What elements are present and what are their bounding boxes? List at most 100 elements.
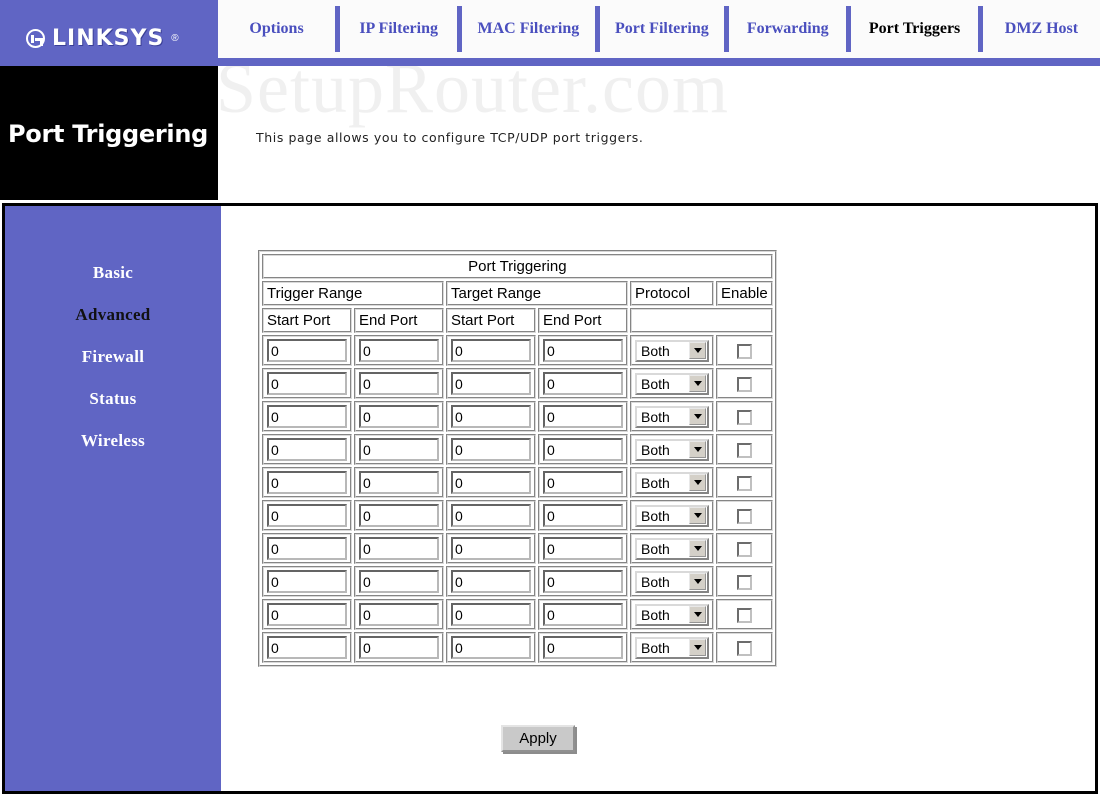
cell-protocol: Both bbox=[630, 368, 714, 399]
trigger-start-port-input[interactable] bbox=[267, 504, 347, 527]
cell-trigger-end-port bbox=[354, 401, 444, 432]
target-start-port-input[interactable] bbox=[451, 636, 531, 659]
enable-checkbox[interactable] bbox=[736, 574, 752, 590]
chevron-down-icon[interactable] bbox=[689, 342, 706, 359]
tab-port-triggers[interactable]: Port Triggers bbox=[851, 0, 978, 58]
target-end-port-input[interactable] bbox=[543, 339, 623, 362]
table-body: Port Triggering Trigger Range Target Rang… bbox=[262, 254, 773, 663]
cell-trigger-start-port bbox=[262, 632, 352, 663]
chevron-down-icon[interactable] bbox=[689, 408, 706, 425]
target-end-port-input[interactable] bbox=[543, 603, 623, 626]
enable-checkbox[interactable] bbox=[736, 508, 752, 524]
trigger-end-port-input[interactable] bbox=[359, 339, 439, 362]
chevron-down-icon[interactable] bbox=[689, 540, 706, 557]
cell-protocol: Both bbox=[630, 566, 714, 597]
sidebar-item-wireless[interactable]: Wireless bbox=[5, 420, 221, 462]
target-start-port-input[interactable] bbox=[451, 405, 531, 428]
trigger-start-port-input[interactable] bbox=[267, 603, 347, 626]
tab-forwarding[interactable]: Forwarding bbox=[729, 0, 846, 58]
column-group-header-protocol: Protocol bbox=[630, 281, 714, 306]
linksys-logo[interactable]: LINKSYS ® bbox=[26, 26, 179, 51]
target-start-port-input[interactable] bbox=[451, 438, 531, 461]
trigger-start-port-input[interactable] bbox=[267, 636, 347, 659]
target-end-port-input[interactable] bbox=[543, 504, 623, 527]
table-row: Both bbox=[262, 632, 773, 663]
protocol-select[interactable]: Both bbox=[635, 438, 709, 461]
protocol-select-value: Both bbox=[641, 606, 670, 623]
protocol-select[interactable]: Both bbox=[635, 339, 709, 362]
column-sub-header-0-start-port: Start Port bbox=[262, 308, 352, 333]
sidebar-item-basic[interactable]: Basic bbox=[5, 252, 221, 294]
enable-checkbox[interactable] bbox=[736, 343, 752, 359]
trigger-start-port-input[interactable] bbox=[267, 537, 347, 560]
cell-trigger-start-port bbox=[262, 533, 352, 564]
protocol-select[interactable]: Both bbox=[635, 405, 709, 428]
chevron-down-icon[interactable] bbox=[689, 474, 706, 491]
chevron-down-icon[interactable] bbox=[689, 606, 706, 623]
cell-protocol: Both bbox=[630, 335, 714, 366]
trigger-start-port-input[interactable] bbox=[267, 372, 347, 395]
table-row: Both bbox=[262, 500, 773, 531]
protocol-select[interactable]: Both bbox=[635, 603, 709, 626]
trigger-start-port-input[interactable] bbox=[267, 339, 347, 362]
enable-checkbox[interactable] bbox=[736, 541, 752, 557]
trigger-end-port-input[interactable] bbox=[359, 537, 439, 560]
protocol-select[interactable]: Both bbox=[635, 471, 709, 494]
trigger-end-port-input[interactable] bbox=[359, 570, 439, 593]
trigger-end-port-input[interactable] bbox=[359, 372, 439, 395]
sidebar-item-advanced[interactable]: Advanced bbox=[5, 294, 221, 336]
tab-port-filtering[interactable]: Port Filtering bbox=[600, 0, 725, 58]
trigger-end-port-input[interactable] bbox=[359, 438, 439, 461]
enable-checkbox[interactable] bbox=[736, 475, 752, 491]
tab-options[interactable]: Options bbox=[218, 0, 335, 58]
trigger-start-port-input[interactable] bbox=[267, 570, 347, 593]
enable-checkbox[interactable] bbox=[736, 376, 752, 392]
target-end-port-input[interactable] bbox=[543, 537, 623, 560]
trigger-end-port-input[interactable] bbox=[359, 636, 439, 659]
tab-mac-filtering[interactable]: MAC Filtering bbox=[462, 0, 594, 58]
target-end-port-input[interactable] bbox=[543, 438, 623, 461]
target-start-port-input[interactable] bbox=[451, 372, 531, 395]
chevron-down-icon[interactable] bbox=[689, 639, 706, 656]
target-end-port-input[interactable] bbox=[543, 636, 623, 659]
protocol-select[interactable]: Both bbox=[635, 372, 709, 395]
chevron-down-icon[interactable] bbox=[689, 507, 706, 524]
main-content: Port Triggering Trigger Range Target Rang… bbox=[221, 206, 1095, 791]
sidebar-item-status[interactable]: Status bbox=[5, 378, 221, 420]
tab-dmz-host[interactable]: DMZ Host bbox=[983, 0, 1100, 58]
tab-ip-filtering[interactable]: IP Filtering bbox=[340, 0, 457, 58]
chevron-down-icon[interactable] bbox=[689, 573, 706, 590]
chevron-down-icon[interactable] bbox=[689, 375, 706, 392]
enable-checkbox[interactable] bbox=[736, 640, 752, 656]
target-start-port-input[interactable] bbox=[451, 537, 531, 560]
trigger-end-port-input[interactable] bbox=[359, 405, 439, 428]
target-start-port-input[interactable] bbox=[451, 570, 531, 593]
cell-trigger-end-port bbox=[354, 500, 444, 531]
sidebar-item-firewall[interactable]: Firewall bbox=[5, 336, 221, 378]
protocol-select[interactable]: Both bbox=[635, 570, 709, 593]
protocol-select[interactable]: Both bbox=[635, 537, 709, 560]
cell-target-start-port bbox=[446, 335, 536, 366]
target-end-port-input[interactable] bbox=[543, 405, 623, 428]
target-end-port-input[interactable] bbox=[543, 570, 623, 593]
target-end-port-input[interactable] bbox=[543, 372, 623, 395]
target-start-port-input[interactable] bbox=[451, 603, 531, 626]
trigger-end-port-input[interactable] bbox=[359, 471, 439, 494]
tab-underline-bar bbox=[218, 58, 1100, 66]
target-start-port-input[interactable] bbox=[451, 471, 531, 494]
protocol-select[interactable]: Both bbox=[635, 636, 709, 659]
trigger-end-port-input[interactable] bbox=[359, 603, 439, 626]
trigger-end-port-input[interactable] bbox=[359, 504, 439, 527]
enable-checkbox[interactable] bbox=[736, 607, 752, 623]
chevron-down-icon[interactable] bbox=[689, 441, 706, 458]
protocol-select[interactable]: Both bbox=[635, 504, 709, 527]
target-start-port-input[interactable] bbox=[451, 504, 531, 527]
target-end-port-input[interactable] bbox=[543, 471, 623, 494]
apply-button[interactable]: Apply bbox=[501, 725, 575, 752]
enable-checkbox[interactable] bbox=[736, 442, 752, 458]
trigger-start-port-input[interactable] bbox=[267, 438, 347, 461]
trigger-start-port-input[interactable] bbox=[267, 405, 347, 428]
enable-checkbox[interactable] bbox=[736, 409, 752, 425]
trigger-start-port-input[interactable] bbox=[267, 471, 347, 494]
target-start-port-input[interactable] bbox=[451, 339, 531, 362]
